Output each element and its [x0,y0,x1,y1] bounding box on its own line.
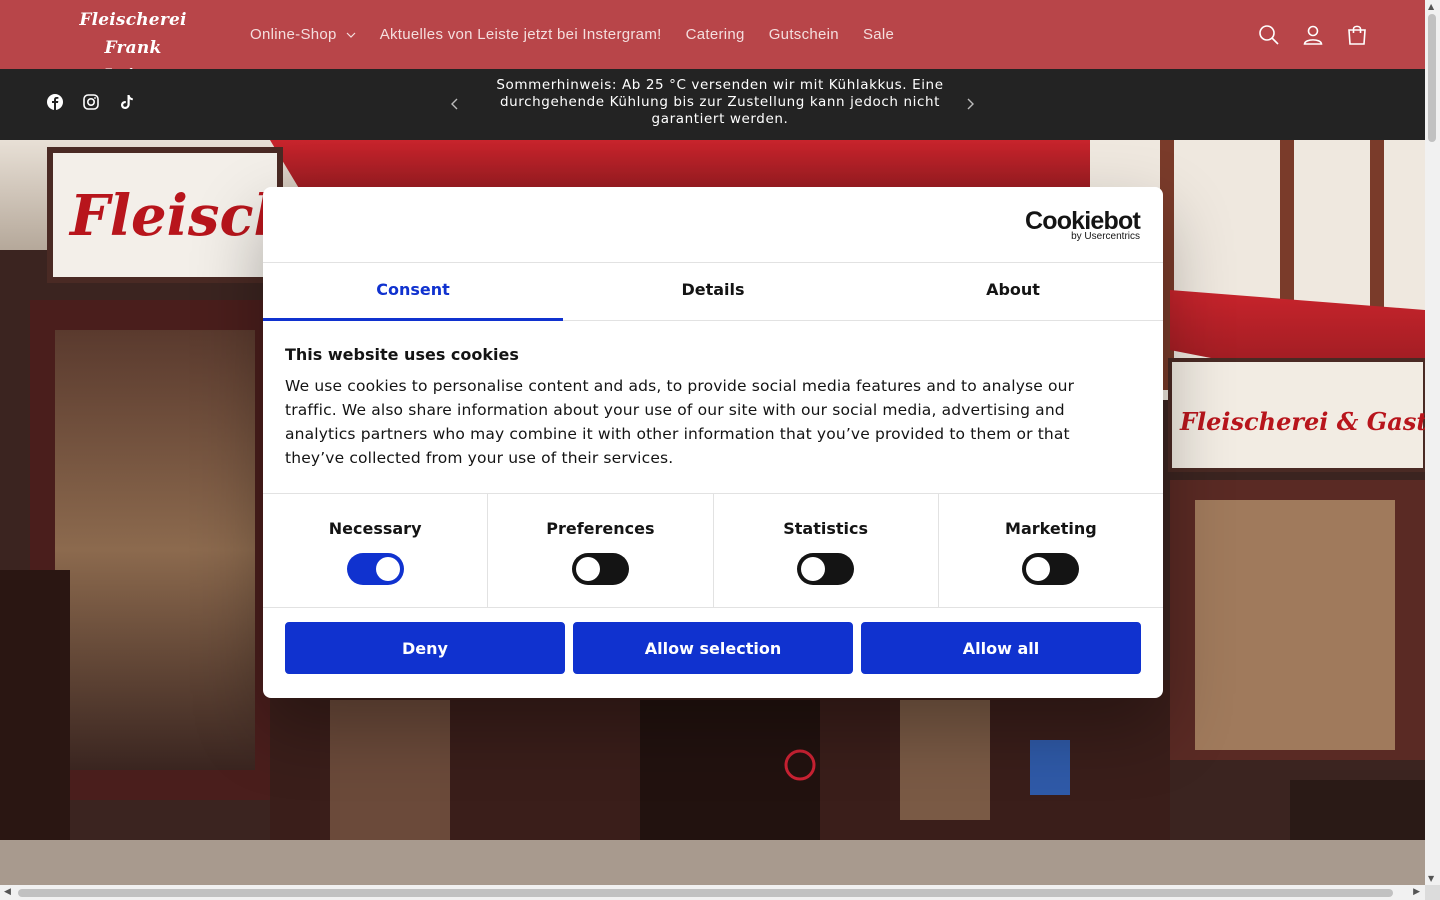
search-icon[interactable] [1257,23,1281,47]
tab-consent[interactable]: Consent [263,263,563,321]
tab-about[interactable]: About [863,263,1163,320]
toggle-cell-marketing: Marketing [939,494,1163,607]
nav-item-label: Gutschein [768,26,839,43]
facebook-icon[interactable] [46,93,64,111]
toggle-cell-preferences: Preferences [488,494,714,607]
toggle-knob [375,557,400,581]
cookiebot-logo[interactable]: Cookiebot by Usercentrics [1024,207,1141,242]
scroll-right-icon[interactable]: ▶ [1413,887,1420,897]
toggle-knob [1026,557,1051,581]
logo-line-1: Fleischerei [79,10,187,30]
scrollbar-thumb[interactable] [1428,14,1436,142]
scroll-up-icon[interactable]: ▲ [1428,2,1434,11]
toggle-label: Marketing [1005,519,1097,538]
toggle-cell-necessary: Necessary [263,494,489,607]
nav-item-online-shop[interactable]: Online-Shop [238,26,368,43]
site-header: Fleischerei Frank Leiste Online-Shop Akt… [0,0,1425,86]
tiktok-icon[interactable] [118,93,136,111]
scroll-left-icon[interactable]: ◀ [4,887,11,897]
nav-item-instagram-news[interactable]: Aktuelles von Leiste jetzt bei Instergra… [368,26,674,43]
horizontal-scrollbar[interactable]: ◀ ▶ [0,885,1425,900]
toggle-label: Necessary [328,519,422,538]
allow-selection-button[interactable]: Allow selection [573,622,853,674]
toggle-knob [575,557,600,581]
deny-button[interactable]: Deny [285,622,565,674]
nav-item-label: Aktuelles von Leiste jetzt bei Instergra… [379,26,662,43]
instagram-icon[interactable] [82,93,100,111]
tab-details[interactable]: Details [563,263,863,320]
cookie-consent-dialog: Cookiebot by Usercentrics Consent Detail… [263,187,1163,698]
statistics-toggle[interactable] [797,553,855,585]
header-icons [1257,0,1369,69]
nav-item-label: Catering [685,26,745,43]
nav-item-catering[interactable]: Catering [674,26,757,43]
nav-item-gutschein[interactable]: Gutschein [757,26,851,43]
scrollbar-thumb[interactable] [18,889,1393,897]
scroll-down-icon[interactable]: ▼ [1428,874,1434,883]
toggle-knob [801,557,826,581]
nav-item-label: Sale [862,26,895,43]
chevron-left-icon[interactable] [447,96,463,112]
scrollbar-corner [1425,885,1440,900]
cart-icon[interactable] [1345,23,1369,47]
vertical-scrollbar[interactable]: ▲ ▼ [1425,0,1440,885]
announcement-bar: Sommerhinweis: Ab 25 °C versenden wir mi… [0,69,1425,140]
announcement-text: Sommerhinweis: Ab 25 °C versenden wir mi… [496,77,944,127]
dialog-tabs: Consent Details About [263,262,1163,321]
chevron-right-icon[interactable] [962,96,978,112]
chevron-down-icon [346,32,356,38]
dialog-buttons: Deny Allow selection Allow all [285,622,1141,674]
nav-item-sale[interactable]: Sale [851,26,906,43]
necessary-toggle[interactable] [346,553,404,585]
consent-toggles: Necessary Preferences Statistics Marketi… [263,493,1163,608]
toggle-label: Preferences [546,519,655,538]
toggle-cell-statistics: Statistics [714,494,939,607]
toggle-label: Statistics [783,519,868,538]
svg-text:Fleischerei & Gaststätte: Fleischerei & Gaststätte [1179,407,1425,436]
preferences-toggle[interactable] [571,553,629,585]
marketing-toggle[interactable] [1022,553,1080,585]
nav-item-label: Online-Shop [250,26,337,43]
dialog-title: This website uses cookies [285,345,519,364]
main-nav: Online-Shop Aktuelles von Leiste jetzt b… [238,0,906,69]
brand-name: Cookiebot [1024,207,1141,235]
dialog-description: We use cookies to personalise content an… [285,377,1075,467]
allow-all-button[interactable]: Allow all [861,622,1141,674]
social-links [46,93,136,111]
account-icon[interactable] [1301,23,1325,47]
